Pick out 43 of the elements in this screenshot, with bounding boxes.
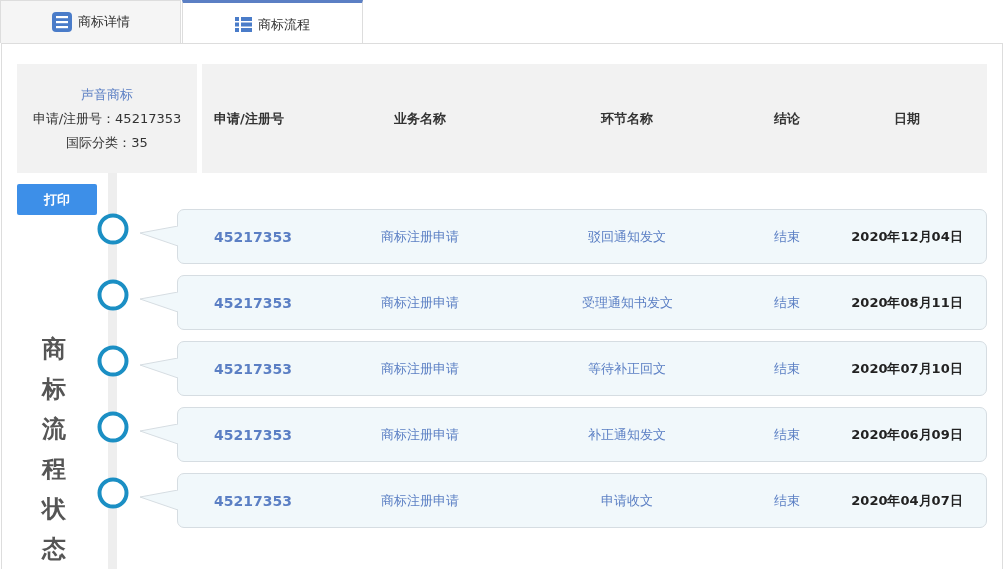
timeline-node-icon <box>97 213 129 245</box>
step-name: 驳回通知发文 <box>587 227 667 246</box>
column-header: 日期 <box>893 109 921 128</box>
column-header: 业务名称 <box>392 109 447 128</box>
business-name: 商标注册申请 <box>379 359 460 378</box>
business-name: 商标注册申请 <box>379 227 460 246</box>
timeline-node-icon <box>97 279 129 311</box>
tab[interactable]: 商标流程 <box>182 0 363 43</box>
conclusion: 结束 <box>773 227 801 246</box>
conclusion: 结束 <box>773 293 801 312</box>
list-icon <box>235 17 252 32</box>
registration-number: 45217353 <box>213 492 293 509</box>
registration-number: 45217353 <box>213 426 293 443</box>
column-header: 结论 <box>773 109 801 128</box>
registration-number: 申请/注册号：45217353 <box>32 109 182 128</box>
column-header: 环节名称 <box>599 109 654 128</box>
timeline-node-icon <box>97 411 129 443</box>
registration-number: 45217353 <box>213 360 293 377</box>
step-name: 等待补正回文 <box>587 359 667 378</box>
document-icon <box>51 12 72 32</box>
date: 2020年07月10日 <box>850 359 964 378</box>
conclusion: 结束 <box>773 425 801 444</box>
conclusion: 结束 <box>773 359 801 378</box>
step-name: 申请收文 <box>600 491 654 510</box>
date: 2020年04月07日 <box>850 491 964 510</box>
timeline-node-icon <box>97 477 129 509</box>
date: 2020年06月09日 <box>850 425 964 444</box>
conclusion: 结束 <box>773 491 801 510</box>
date: 2020年12月04日 <box>850 227 964 246</box>
vertical-title: 商标流程状态 <box>42 334 66 565</box>
step-name: 受理通知书发文 <box>580 293 674 312</box>
column-header: 申请/注册号 <box>213 109 285 128</box>
registration-number: 45217353 <box>213 228 293 245</box>
date: 2020年08月11日 <box>850 293 964 312</box>
tab[interactable]: 商标详情 <box>0 0 181 43</box>
business-name: 商标注册申请 <box>379 425 460 444</box>
trademark-type: 声音商标 <box>81 85 133 104</box>
business-name: 商标注册申请 <box>379 293 460 312</box>
step-name: 补正通知发文 <box>587 425 667 444</box>
class-label: 国际分类：35 <box>66 133 148 152</box>
timeline-node-icon <box>97 345 129 377</box>
registration-number: 45217353 <box>213 294 293 311</box>
business-name: 商标注册申请 <box>379 491 460 510</box>
